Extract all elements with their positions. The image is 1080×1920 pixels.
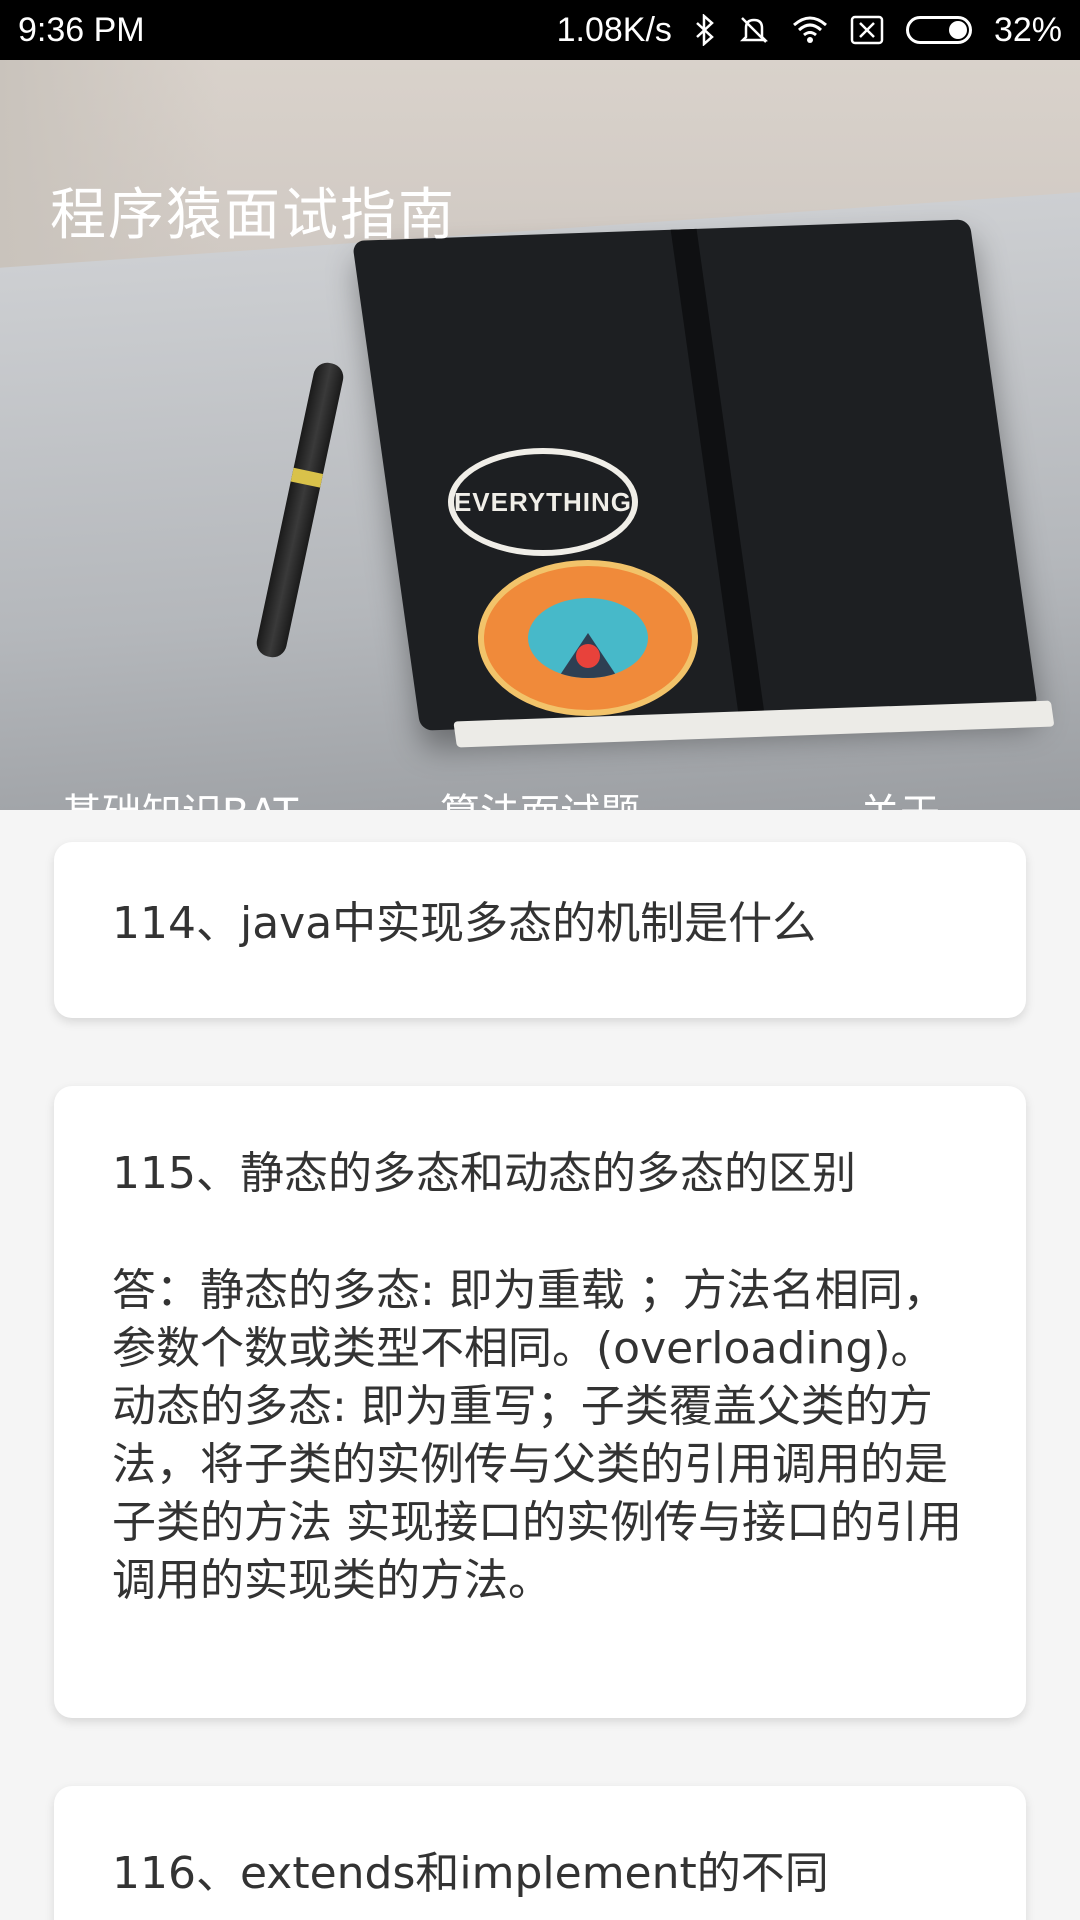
tab-algorithms[interactable]: 算法面试题 — [360, 750, 720, 810]
question-card[interactable]: 116、extends和implement的不同 — [54, 1786, 1026, 1920]
sim-off-icon — [850, 15, 884, 45]
question-title: 116、extends和implement的不同 — [112, 1848, 829, 1899]
header-image: EVERYTHING 程序猿面试指南 基础知识BAT 算法面试题 关于 — [0, 60, 1080, 810]
battery-percent: 32% — [993, 10, 1062, 49]
status-bar: 9:36 PM 1.08K/s 32% — [0, 0, 1080, 60]
question-list[interactable]: 114、java中实现多态的机制是什么 115、静态的多态和动态的多态的区别 答… — [0, 810, 1080, 1920]
app-title: 程序猿面试指南 — [50, 183, 456, 248]
question-title: 115、静态的多态和动态的多态的区别 — [112, 1148, 856, 1199]
question-answer: 答：静态的多态: 即为重载 ；方法名相同，参数个数或类型不相同。(overloa… — [112, 1265, 962, 1606]
question-card[interactable]: 115、静态的多态和动态的多态的区别 答：静态的多态: 即为重载 ；方法名相同，… — [54, 1086, 1026, 1718]
battery-icon — [905, 16, 972, 44]
question-card[interactable]: 114、java中实现多态的机制是什么 — [54, 842, 1026, 1018]
network-speed: 1.08K/s — [556, 10, 672, 49]
silent-icon — [738, 14, 770, 46]
tab-bar: 基础知识BAT 算法面试题 关于 — [0, 750, 1080, 810]
tab-basics[interactable]: 基础知识BAT — [0, 750, 360, 810]
tab-about[interactable]: 关于 — [720, 750, 1080, 810]
sticker-make-stories — [478, 560, 698, 716]
status-time: 9:36 PM — [18, 10, 145, 49]
wifi-icon — [792, 15, 828, 45]
question-title: 114、java中实现多态的机制是什么 — [112, 898, 817, 949]
bluetooth-icon — [694, 14, 716, 46]
sticker-everything: EVERYTHING — [448, 448, 638, 556]
